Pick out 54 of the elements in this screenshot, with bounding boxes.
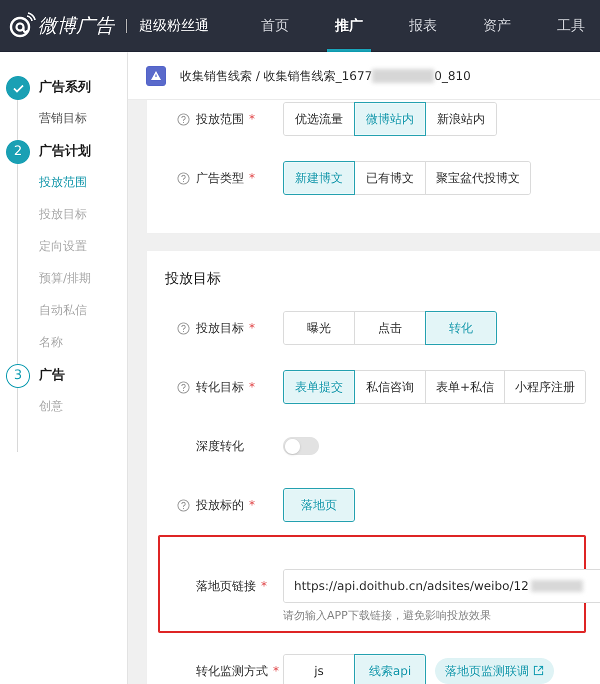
field-label: 深度转化 — [196, 438, 244, 455]
option-button[interactable]: 曝光 — [283, 311, 355, 345]
help-icon — [177, 322, 190, 334]
product-name: 超级粉丝通 — [139, 16, 209, 36]
field-label: 广告类型 — [196, 170, 244, 187]
required-mark: * — [273, 662, 279, 680]
option-button[interactable]: 新浪站内 — [425, 102, 497, 136]
option-button[interactable]: 点击 — [354, 311, 426, 345]
section-title: 投放目标 — [164, 270, 222, 289]
option-button[interactable]: 小程序注册 — [504, 370, 586, 404]
step-number: 3 — [6, 364, 30, 388]
nav-tab[interactable]: 报表 — [401, 0, 445, 52]
step-title: 广告计划 — [39, 142, 91, 162]
required-mark: * — [249, 379, 255, 396]
field-label: 转化目标 — [196, 379, 244, 396]
help-icon — [177, 498, 190, 512]
option-button[interactable]: js — [283, 654, 355, 684]
required-mark: * — [249, 170, 255, 187]
option-button[interactable]: 私信咨询 — [354, 370, 426, 404]
option-button[interactable]: 表单+私信 — [425, 370, 506, 404]
required-mark: * — [249, 497, 255, 514]
nav-tab[interactable]: 首页 — [253, 0, 297, 52]
toggle-switch[interactable] — [283, 437, 319, 455]
logo-text: 微博广告 — [38, 14, 114, 39]
option-button[interactable]: 聚宝盆代投博文 — [425, 161, 531, 195]
help-icon — [177, 172, 190, 184]
required-mark: * — [249, 320, 255, 337]
step-number: 2 — [6, 140, 30, 164]
breadcrumb-text: 0_810 — [434, 68, 471, 84]
nav-tab[interactable]: 资产 — [475, 0, 519, 52]
breadcrumb-text: 收集销售线索 / 收集销售线索_1677 — [180, 68, 372, 84]
option-button[interactable]: 优选流量 — [283, 102, 355, 136]
hint-text: 请勿输入APP下载链接，避免影响投放效果 — [283, 608, 492, 624]
help-icon — [177, 112, 190, 126]
url-input-field[interactable]: https://api.doithub.cn/adsites/weibo/12 — [283, 569, 600, 603]
step-title: 广告 — [39, 366, 65, 386]
field-label: 投放目标 — [196, 320, 244, 337]
redaction-blur — [372, 68, 434, 82]
external-link-icon — [533, 665, 544, 676]
field-label: 转化监测方式 — [196, 662, 268, 680]
field-label: 投放范围 — [196, 111, 244, 128]
warning-icon — [146, 66, 166, 86]
nav-tab[interactable]: 工具 — [549, 0, 593, 52]
step-title: 广告系列 — [39, 78, 91, 98]
logo-icon — [8, 12, 36, 40]
redaction-blur — [530, 580, 583, 592]
step-item[interactable]: 营销目标 — [39, 108, 127, 140]
field-label: 落地页链接 — [196, 578, 256, 595]
required-mark: * — [249, 111, 255, 128]
field-label: 投放标的 — [196, 497, 244, 514]
required-mark: * — [261, 578, 267, 595]
input-value: https://api.doithub.cn/adsites/weibo/12 — [294, 578, 529, 595]
option-button[interactable]: 已有博文 — [354, 161, 426, 195]
help-icon — [177, 380, 190, 394]
